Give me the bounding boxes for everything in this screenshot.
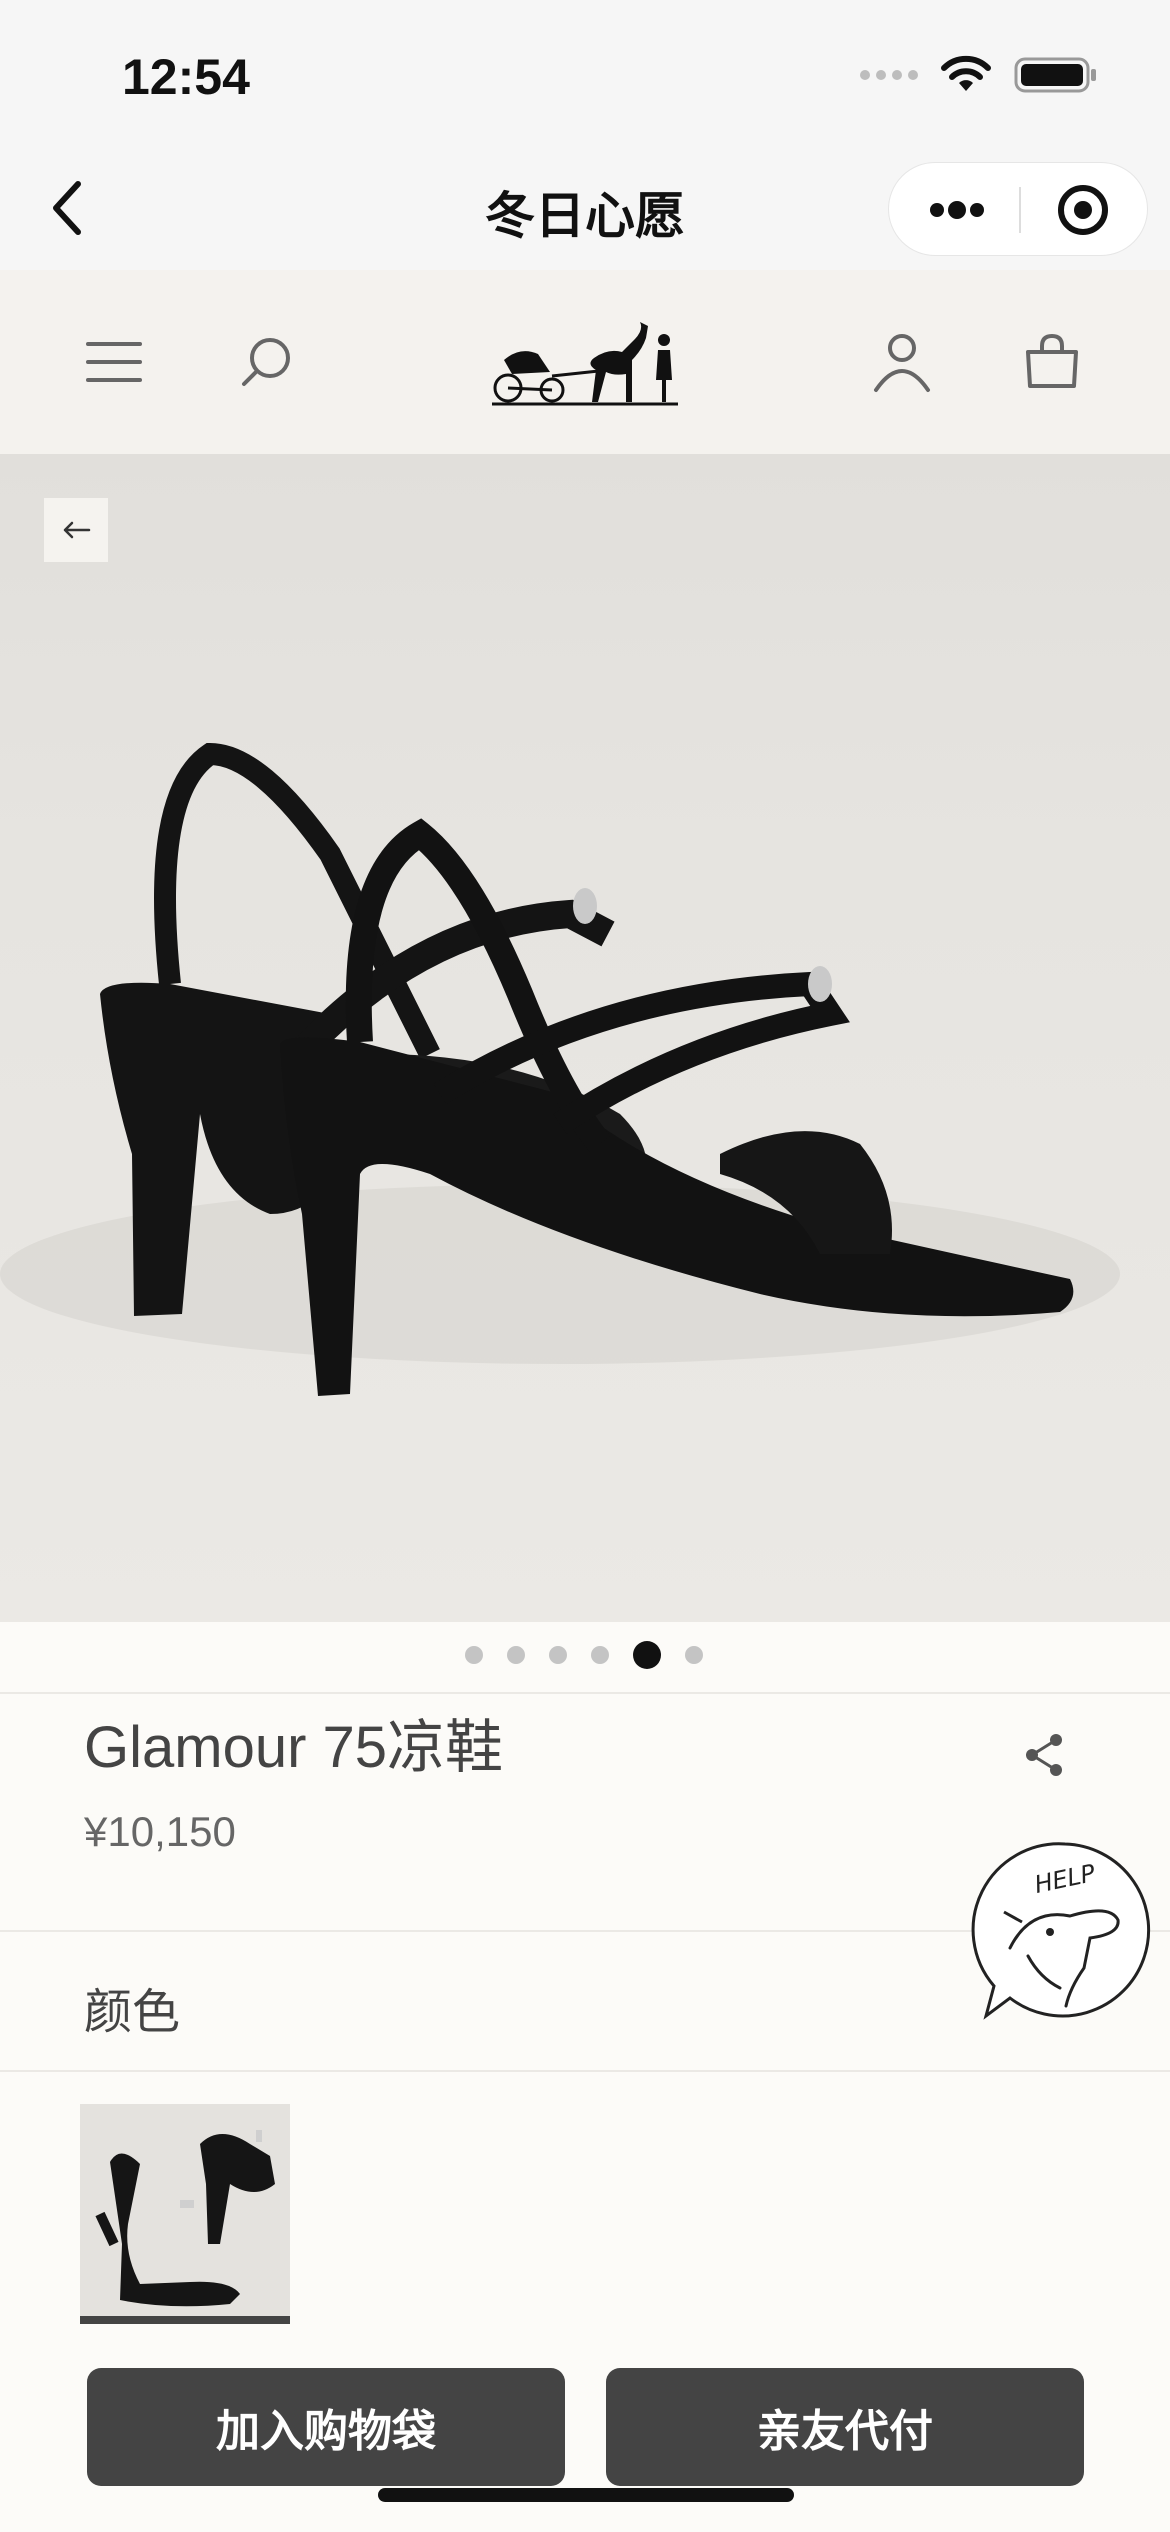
carriage-logo[interactable] bbox=[490, 310, 680, 410]
capsule-divider bbox=[1019, 187, 1021, 233]
product-name: Glamour 75凉鞋 bbox=[84, 1715, 504, 1780]
product-price: ¥10,150 bbox=[84, 1808, 236, 1855]
gallery-pagination bbox=[0, 1622, 1170, 1692]
signal-icon bbox=[860, 70, 918, 80]
help-button[interactable]: HELP bbox=[970, 1838, 1160, 2028]
color-swatch[interactable] bbox=[80, 2104, 290, 2322]
user-icon[interactable] bbox=[868, 328, 936, 396]
search-icon[interactable] bbox=[232, 328, 300, 396]
add-to-bag-button[interactable]: 加入购物袋 bbox=[87, 2368, 565, 2486]
pagination-dot[interactable] bbox=[465, 1646, 483, 1664]
product-image bbox=[0, 742, 1120, 1396]
more-dots-icon[interactable] bbox=[927, 193, 987, 227]
status-time: 12:54 bbox=[122, 49, 250, 105]
hamburger-menu-icon[interactable] bbox=[80, 328, 148, 396]
target-icon[interactable] bbox=[1056, 183, 1110, 237]
product-gallery[interactable] bbox=[0, 454, 1170, 1622]
pagination-dot[interactable] bbox=[685, 1646, 703, 1664]
friend-pay-button[interactable]: 亲友代付 bbox=[606, 2368, 1084, 2486]
pagination-dot[interactable] bbox=[507, 1646, 525, 1664]
status-icons bbox=[860, 55, 1098, 95]
battery-icon bbox=[1014, 57, 1096, 93]
color-section-label: 颜色 bbox=[84, 1986, 181, 2039]
swatch-selected-indicator bbox=[80, 2316, 290, 2324]
divider bbox=[0, 1692, 1170, 1694]
pagination-dot-active[interactable] bbox=[633, 1641, 661, 1669]
status-bar: 12:54 bbox=[0, 0, 1170, 150]
arrow-left-icon bbox=[63, 521, 91, 539]
gallery-back-button[interactable] bbox=[44, 498, 108, 562]
home-indicator bbox=[378, 2488, 794, 2502]
help-mascot-icon: HELP bbox=[971, 1842, 1151, 2020]
swatch-image bbox=[95, 2130, 275, 2307]
pagination-dot[interactable] bbox=[549, 1646, 567, 1664]
capsule-menu bbox=[888, 162, 1148, 256]
shopping-bag-icon[interactable] bbox=[1018, 328, 1086, 396]
divider bbox=[0, 2070, 1170, 2072]
mini-program-navbar: 冬日心愿 bbox=[0, 150, 1170, 270]
pagination-dot[interactable] bbox=[591, 1646, 609, 1664]
site-header bbox=[0, 270, 1170, 454]
share-icon[interactable] bbox=[1020, 1730, 1070, 1780]
wifi-icon bbox=[941, 55, 991, 91]
